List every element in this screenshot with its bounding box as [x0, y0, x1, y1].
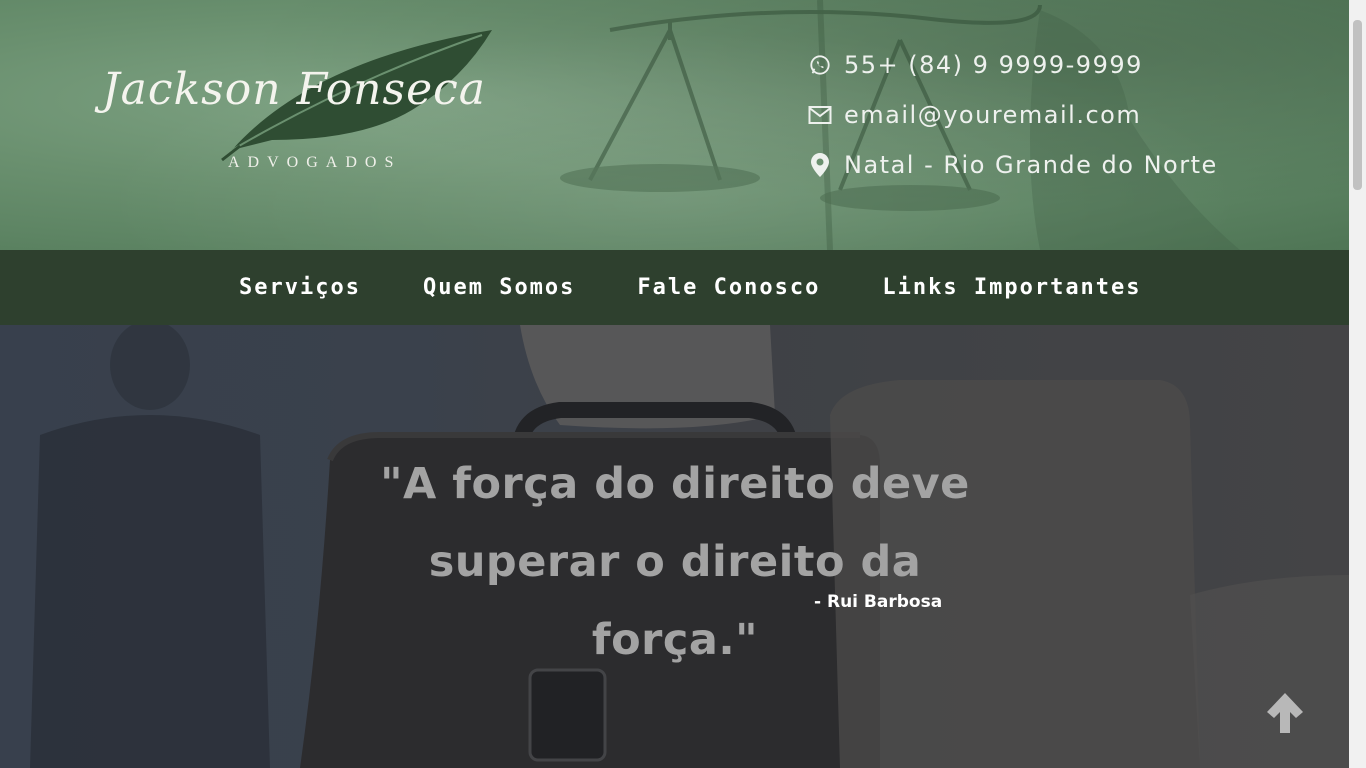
- contact-location-text: Natal - Rio Grande do Norte: [844, 151, 1218, 179]
- nav-item-quem-somos[interactable]: Quem Somos: [392, 275, 606, 300]
- nav-item-links-importantes[interactable]: Links Importantes: [851, 275, 1172, 300]
- envelope-icon: [808, 103, 832, 127]
- nav-list: Serviços Quem Somos Fale Conosco Links I…: [208, 250, 1173, 325]
- contact-location: Natal - Rio Grande do Norte: [808, 140, 1218, 190]
- site-logo[interactable]: Jackson Fonseca ADVOGADOS: [96, 20, 576, 180]
- contact-email-text: email@youremail.com: [844, 101, 1142, 129]
- logo-subtitle: ADVOGADOS: [228, 154, 402, 171]
- site-header: Jackson Fonseca ADVOGADOS 55+ (84) 9 999…: [0, 0, 1349, 250]
- contact-email[interactable]: email@youremail.com: [808, 90, 1218, 140]
- nav-item-fale-conosco[interactable]: Fale Conosco: [606, 275, 851, 300]
- nav-item-servicos[interactable]: Serviços: [208, 275, 392, 300]
- back-to-top-button[interactable]: [1262, 690, 1308, 736]
- main-nav: Serviços Quem Somos Fale Conosco Links I…: [0, 250, 1349, 325]
- contact-info: 55+ (84) 9 9999-9999 email@youremail.com…: [808, 40, 1218, 190]
- logo-name: Jackson Fonseca: [102, 64, 487, 115]
- quote-author: - Rui Barbosa: [814, 592, 943, 612]
- whatsapp-icon: [808, 53, 832, 77]
- hero-quote: "A força do direito deve superar o direi…: [360, 445, 990, 679]
- arrow-up-icon: [1267, 693, 1303, 733]
- quote-line-1: "A força do direito deve: [380, 459, 970, 509]
- page-scrollbar[interactable]: [1349, 0, 1366, 768]
- hero-section: "A força do direito deve superar o direi…: [0, 325, 1349, 768]
- map-pin-icon: [808, 153, 832, 177]
- contact-phone[interactable]: 55+ (84) 9 9999-9999: [808, 40, 1218, 90]
- scrollbar-thumb[interactable]: [1353, 20, 1362, 190]
- contact-phone-text: 55+ (84) 9 9999-9999: [844, 51, 1143, 79]
